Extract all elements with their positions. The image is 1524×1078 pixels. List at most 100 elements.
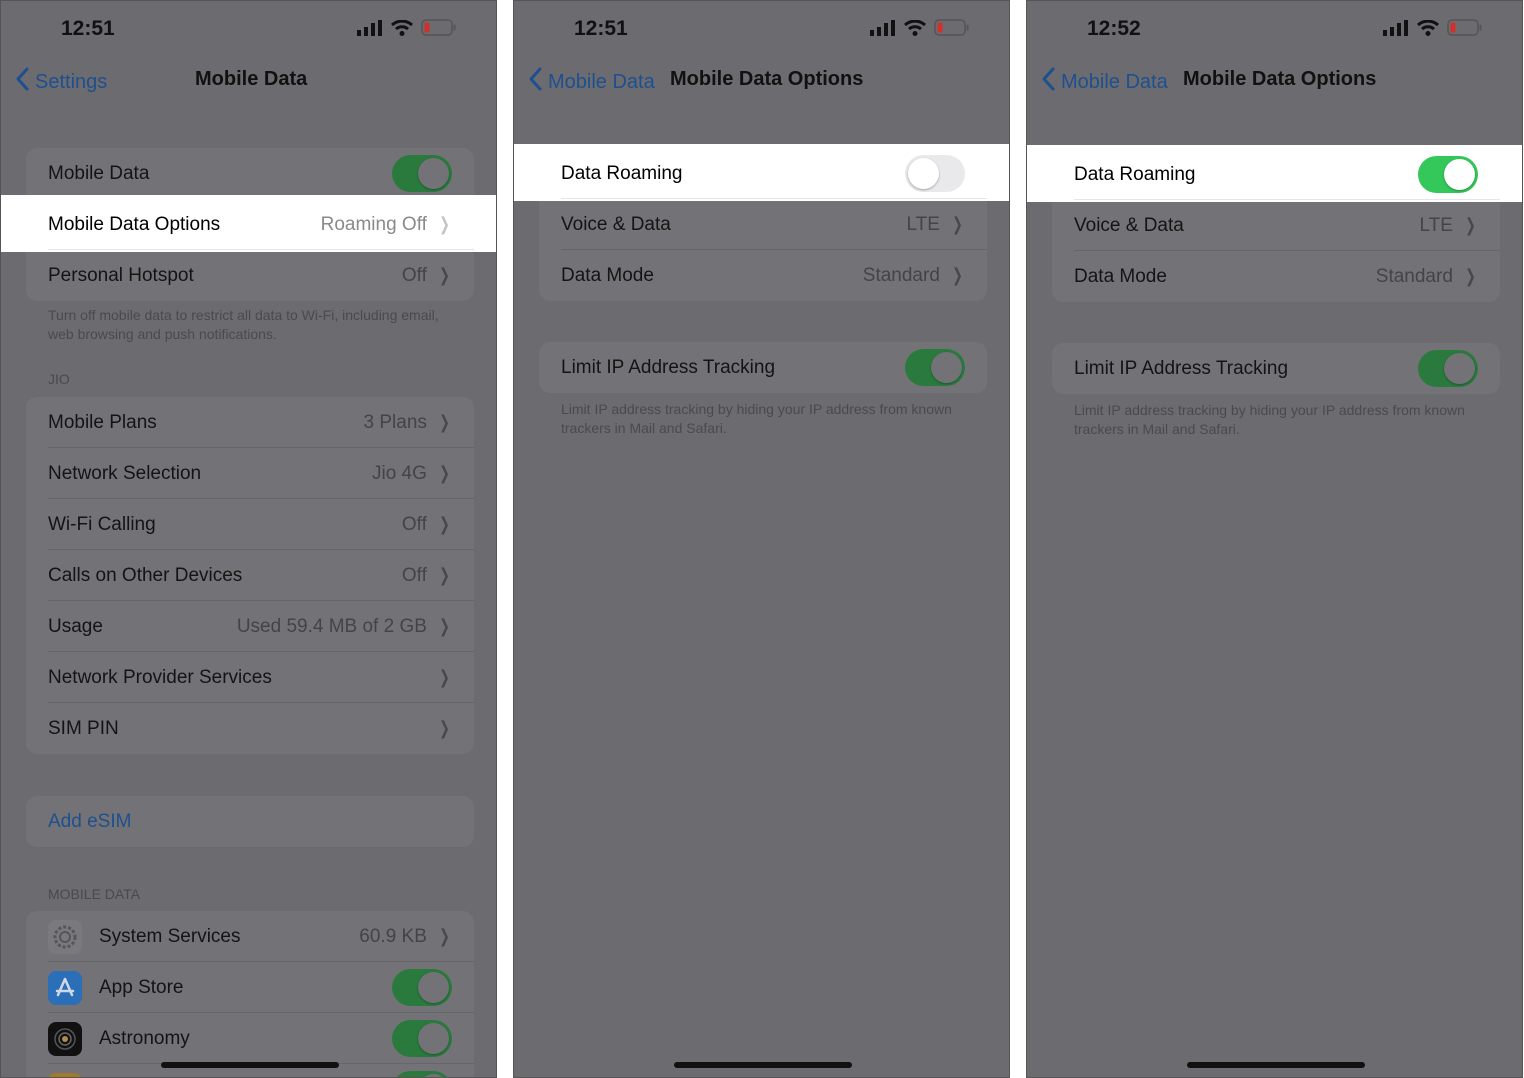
toggle-app-store[interactable] <box>392 969 452 1006</box>
home-indicator[interactable] <box>161 1062 339 1068</box>
row-separator <box>1074 199 1500 200</box>
row-data-mode[interactable]: Data Mode Standard ❯ <box>539 250 987 301</box>
section-footer: Limit IP address tracking by hiding your… <box>561 401 952 436</box>
row-label: Network Selection <box>48 462 202 484</box>
status-bar-icons <box>1383 19 1483 41</box>
row-label: Mobile Plans <box>48 411 157 433</box>
chevron-right-icon: ❯ <box>439 514 450 534</box>
status-time: 12:51 <box>61 17 115 40</box>
chevron-right-icon: ❯ <box>439 463 450 483</box>
toggle-knob <box>931 352 962 383</box>
back-button[interactable]: Mobile Data <box>1041 67 1168 97</box>
toggle-limit-ip-address-tracking[interactable] <box>905 349 965 386</box>
back-button-label: Mobile Data <box>1061 70 1168 93</box>
chevron-left-icon <box>528 67 542 97</box>
wifi-icon <box>391 19 413 41</box>
row-mobile-data-options[interactable]: Mobile Data Options Roaming Off ❯ <box>1 195 496 252</box>
row-value: Jio 4G <box>371 462 427 484</box>
chevron-right-icon: ❯ <box>439 265 450 285</box>
toggle-knob <box>418 158 449 189</box>
row-value: Roaming Off <box>320 213 427 235</box>
battery-low-icon <box>1447 19 1483 41</box>
phone-screen-1: 12:51 Settings Mobile Data Mobile Data Mobil… <box>0 0 497 1078</box>
toggle-knob <box>418 1074 449 1077</box>
row-data-roaming[interactable]: Data Roaming <box>1027 145 1522 202</box>
row-value: Off <box>401 513 427 535</box>
chevron-right-icon: ❯ <box>439 926 450 946</box>
row-astronomy[interactable]: Astronomy <box>26 1013 474 1064</box>
chevron-right-icon: ❯ <box>439 412 450 432</box>
page-title: Mobile Data Options <box>670 68 864 90</box>
row-mobile-plans[interactable]: Mobile Plans 3 Plans ❯ <box>26 397 474 448</box>
row-separator <box>48 249 474 250</box>
phone-screen-2: 12:51 Mobile Data Mobile Data Options Data … <box>513 0 1010 1078</box>
row-value: LTE <box>1419 214 1453 236</box>
toggle-data-roaming[interactable] <box>1418 156 1478 193</box>
row-usage[interactable]: Usage Used 59.4 MB of 2 GB ❯ <box>26 601 474 652</box>
row-label: Data Mode <box>1074 265 1167 287</box>
row-limit-ip-address-tracking[interactable]: Limit IP Address Tracking <box>1052 343 1500 394</box>
toggle-app[interactable] <box>392 1071 452 1077</box>
row-label: Mobile Data Options <box>48 213 221 235</box>
toggle-limit-ip-address-tracking[interactable] <box>1418 350 1478 387</box>
row-system-services[interactable]: System Services 60.9 KB ❯ <box>26 911 474 962</box>
row-label: Network Provider Services <box>48 666 272 688</box>
home-indicator[interactable] <box>1187 1062 1365 1068</box>
row-value: Off <box>401 264 427 286</box>
row-limit-ip-address-tracking[interactable]: Limit IP Address Tracking <box>539 342 987 393</box>
back-button[interactable]: Settings <box>15 67 107 97</box>
row-add-esim[interactable]: Add eSIM <box>26 796 474 847</box>
row-personal-hotspot[interactable]: Personal Hotspot Off ❯ <box>26 250 474 301</box>
row-data-roaming[interactable]: Data Roaming <box>514 144 1009 201</box>
row-mobile-data[interactable]: Mobile Data <box>26 148 474 199</box>
row-label: Usage <box>48 615 103 637</box>
astronomy-icon <box>48 1021 82 1056</box>
chevron-right-icon: ❯ <box>1465 215 1476 235</box>
row-label: Data Mode <box>561 264 654 286</box>
cellular-signal-icon <box>357 19 383 41</box>
row-data-mode[interactable]: Data Mode Standard ❯ <box>1052 251 1500 302</box>
row-value: Standard <box>862 264 940 286</box>
row-voice-data[interactable]: Voice & Data LTE ❯ <box>539 199 987 250</box>
row-value: Used 59.4 MB of 2 GB <box>236 615 427 637</box>
toggle-knob <box>908 158 939 189</box>
toggle-mobile-data[interactable] <box>392 155 452 192</box>
row-sim-pin[interactable]: SIM PIN ❯ <box>26 703 474 754</box>
row-label: Limit IP Address Tracking <box>1074 357 1289 379</box>
row-label: App Store <box>99 976 184 998</box>
settings-group: Limit IP Address Tracking <box>539 342 987 393</box>
row-voice-data[interactable]: Voice & Data LTE ❯ <box>1052 200 1500 251</box>
home-indicator[interactable] <box>674 1062 852 1068</box>
toggle-data-roaming[interactable] <box>905 155 965 192</box>
row-network-selection[interactable]: Network Selection Jio 4G ❯ <box>26 448 474 499</box>
row-app-store[interactable]: App Store <box>26 962 474 1013</box>
chevron-right-icon: ❯ <box>439 214 450 234</box>
section-header: JIO <box>48 371 70 387</box>
row-label: Data Roaming <box>561 162 683 184</box>
row-separator <box>561 198 987 199</box>
row-wi-fi-calling[interactable]: Wi-Fi Calling Off ❯ <box>26 499 474 550</box>
row-value: Off <box>401 564 427 586</box>
chevron-right-icon: ❯ <box>439 667 450 687</box>
row-calls-on-other-devices[interactable]: Calls on Other Devices Off ❯ <box>26 550 474 601</box>
back-button[interactable]: Mobile Data <box>528 67 655 97</box>
section-header: MOBILE DATA <box>48 886 141 902</box>
settings-group: System Services 60.9 KB ❯ App Store Astronom… <box>26 911 474 1077</box>
row-label: Calls on Other Devices <box>48 564 243 586</box>
chevron-left-icon <box>15 67 29 97</box>
chevron-right-icon: ❯ <box>952 265 963 285</box>
status-time: 12:52 <box>1087 17 1141 40</box>
settings-group: Data Roaming Voice & Data LTE ❯ Data Mode Sta… <box>1027 145 1522 302</box>
row-label: Limit IP Address Tracking <box>561 356 776 378</box>
row-value: Standard <box>1375 265 1453 287</box>
row-network-provider-services[interactable]: Network Provider Services ❯ <box>26 652 474 703</box>
battery-low-icon <box>934 19 970 41</box>
status-bar-icons <box>357 19 457 41</box>
settings-group: Limit IP Address Tracking <box>1052 343 1500 394</box>
row-label: Voice & Data <box>561 213 671 235</box>
row-label: Personal Hotspot <box>48 264 194 286</box>
toggle-astronomy[interactable] <box>392 1020 452 1057</box>
settings-gear-icon <box>48 919 82 954</box>
section-footer: Turn off mobile data to restrict all dat… <box>48 307 439 342</box>
row-label: SIM PIN <box>48 717 119 739</box>
